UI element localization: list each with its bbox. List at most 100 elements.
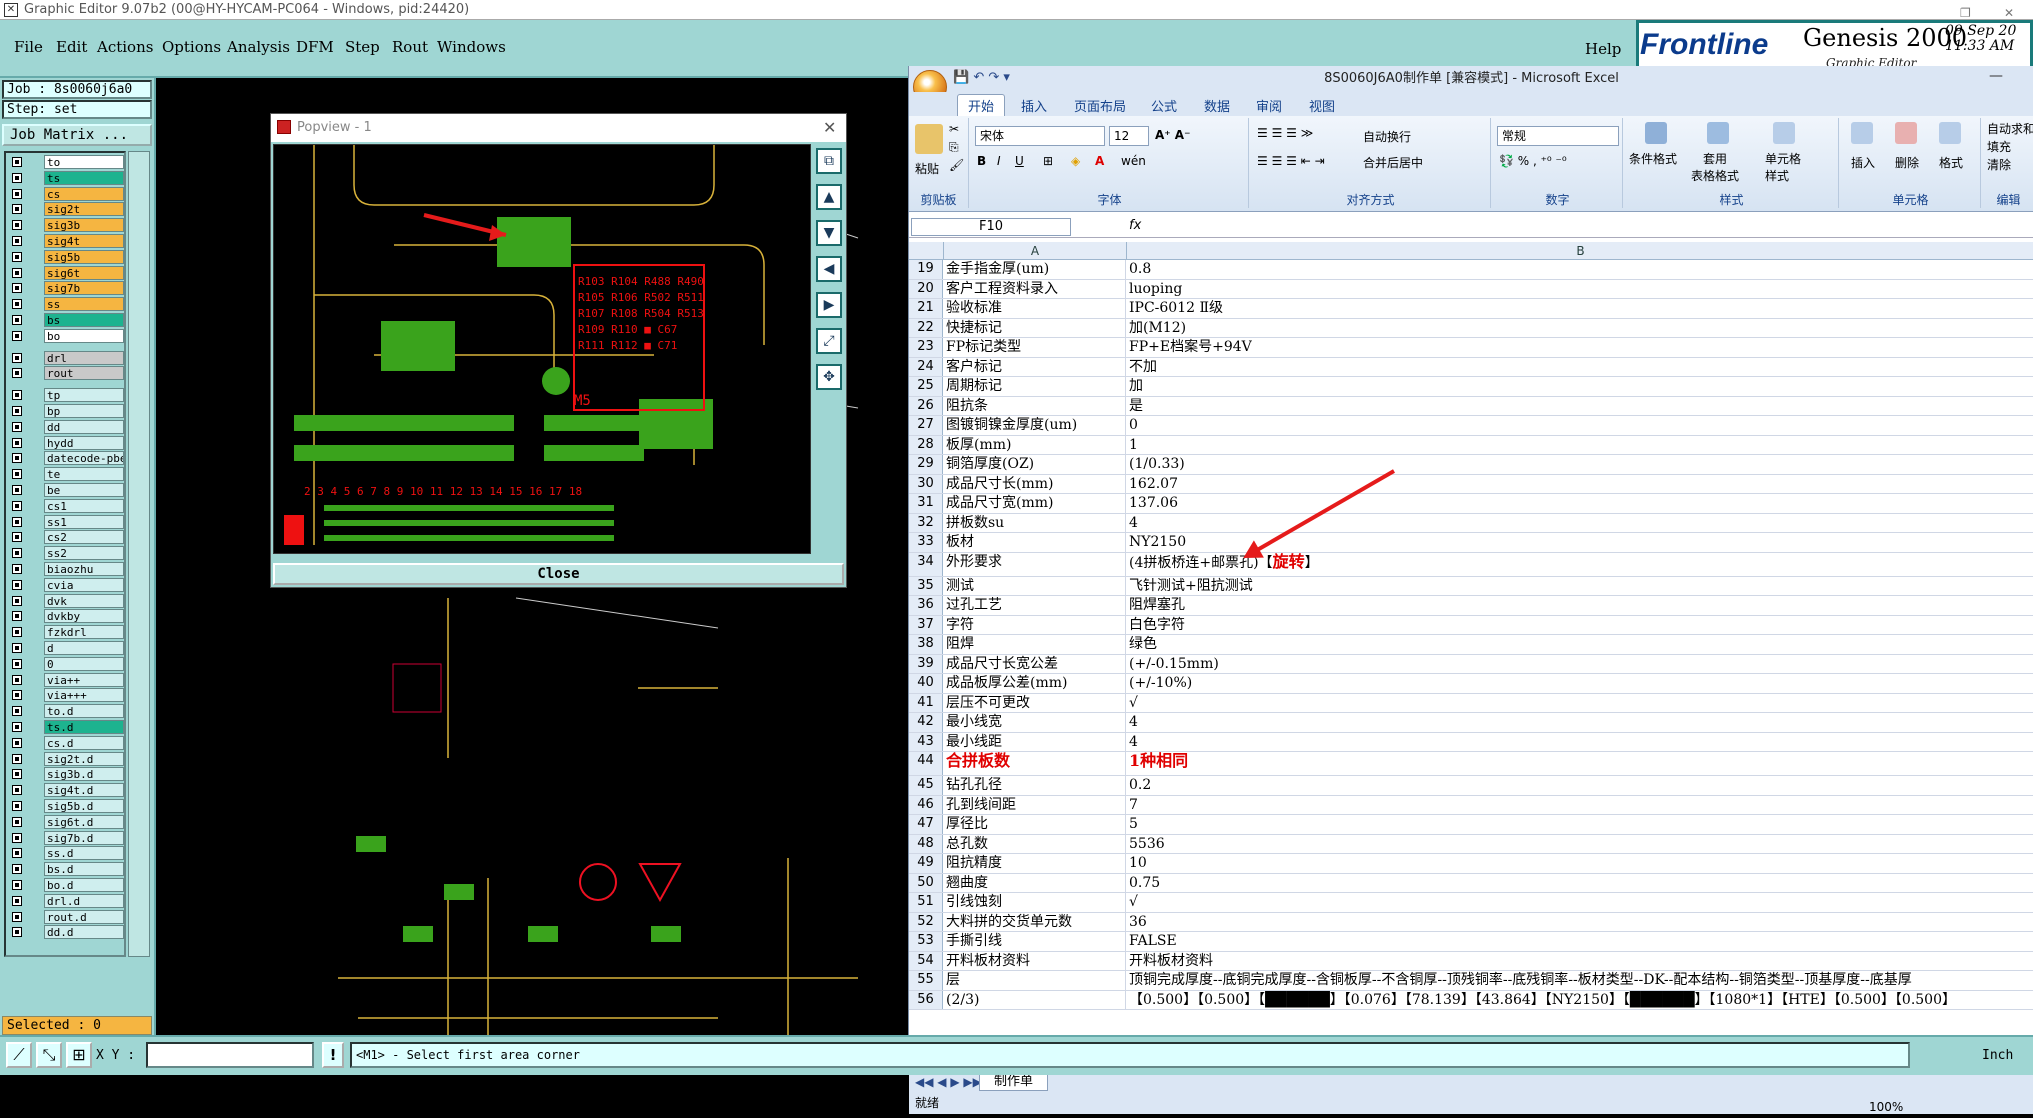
- insert-function-icon[interactable]: fx: [1129, 218, 1141, 233]
- layer-name[interactable]: ts.d: [44, 720, 124, 734]
- fill-button[interactable]: 填充: [1987, 138, 2011, 155]
- cell-a[interactable]: 成品尺寸长(mm): [944, 474, 1126, 493]
- layer-row[interactable]: cs2: [8, 530, 126, 545]
- layer-checkbox[interactable]: [12, 627, 22, 638]
- cell-a[interactable]: 客户工程资料录入: [944, 279, 1126, 298]
- tab-insert[interactable]: 插入: [1021, 96, 1047, 115]
- line-tool-icon[interactable]: ⤡: [36, 1042, 62, 1068]
- layer-name[interactable]: to.d: [44, 704, 124, 719]
- table-format-button[interactable]: 套用 表格格式: [1691, 150, 1739, 184]
- row-header[interactable]: 30: [909, 474, 943, 493]
- layer-checkbox[interactable]: [12, 737, 22, 748]
- cell-a[interactable]: 外形要求: [944, 552, 1126, 576]
- row-header[interactable]: 26: [909, 396, 943, 415]
- layer-row[interactable]: hydd: [8, 435, 126, 451]
- layer-checkbox[interactable]: [12, 911, 22, 922]
- layer-name[interactable]: bs: [44, 313, 124, 327]
- cell-b[interactable]: 5: [1127, 815, 2033, 834]
- table-format-icon[interactable]: [1707, 122, 1729, 144]
- grow-font-icon[interactable]: A⁺ A⁻: [1155, 128, 1190, 142]
- job-matrix-button[interactable]: Job Matrix ...: [2, 124, 152, 146]
- cell-a[interactable]: 层: [944, 971, 1126, 990]
- layer-name[interactable]: sig2t.d: [44, 751, 124, 766]
- cell-b[interactable]: 7: [1127, 796, 2033, 815]
- clear-button[interactable]: 清除: [1987, 156, 2011, 173]
- layer-name[interactable]: biaozhu: [44, 562, 124, 576]
- layer-checkbox[interactable]: [12, 848, 22, 859]
- pan-right-icon[interactable]: ▶: [816, 292, 842, 318]
- border-icon[interactable]: ⊞: [1043, 154, 1053, 168]
- cell-b[interactable]: 0.2: [1127, 776, 2033, 795]
- cell-a[interactable]: 孔到线间距: [944, 795, 1126, 814]
- align-left-icon[interactable]: ☰ ☰ ☰ ⇤ ⇥: [1257, 154, 1325, 168]
- layer-row[interactable]: to.d: [8, 704, 126, 719]
- column-header-a[interactable]: A: [944, 242, 1127, 260]
- layer-row[interactable]: cs: [8, 186, 126, 202]
- layer-name[interactable]: bs.d: [44, 862, 124, 877]
- insert-cells-icon[interactable]: [1851, 122, 1873, 144]
- row-header[interactable]: 20: [909, 279, 943, 298]
- layer-name[interactable]: dd.d: [44, 925, 124, 940]
- layer-name[interactable]: ss1: [44, 514, 124, 529]
- layer-name[interactable]: cs: [44, 186, 124, 201]
- layer-name[interactable]: sig7b: [44, 281, 124, 296]
- excel-minimize-icon[interactable]: —: [1989, 68, 2003, 84]
- row-header[interactable]: 43: [909, 732, 943, 751]
- row-header[interactable]: 21: [909, 299, 943, 318]
- copy-icon[interactable]: ⎘: [949, 140, 959, 155]
- cell-a[interactable]: 最小线宽: [944, 713, 1126, 732]
- cell-b[interactable]: 0: [1127, 416, 2033, 435]
- layer-row[interactable]: sig2t: [8, 202, 126, 217]
- autosum-button[interactable]: 自动求和: [1987, 120, 2033, 137]
- row-header[interactable]: 29: [909, 455, 943, 474]
- layer-name[interactable]: sig6t: [44, 265, 124, 280]
- layer-checkbox[interactable]: [12, 172, 22, 183]
- tab-home[interactable]: 开始: [957, 94, 1006, 116]
- layer-name[interactable]: cs1: [44, 498, 124, 513]
- layer-checkbox[interactable]: [12, 267, 22, 278]
- layer-checkbox[interactable]: [12, 390, 22, 401]
- row-header[interactable]: 23: [909, 338, 943, 357]
- layer-name[interactable]: rout: [44, 366, 124, 381]
- cell-b[interactable]: 1: [1127, 436, 2033, 455]
- cell-a[interactable]: 成品板厚公差(mm): [944, 674, 1126, 693]
- layer-checkbox[interactable]: [12, 500, 22, 511]
- sheet-grid[interactable]: 19 金手指金厚(um) 0.8 20 客户工程资料录入 luoping 21 验收标准 IPC…: [909, 260, 2033, 1072]
- zoom-level[interactable]: 100%: [1869, 1096, 1903, 1118]
- layer-name[interactable]: dvkby: [44, 609, 124, 624]
- layer-name[interactable]: fzkdrl: [44, 625, 124, 640]
- menu-options[interactable]: Options: [162, 38, 221, 56]
- layer-checkbox[interactable]: [12, 785, 22, 796]
- layer-row[interactable]: 0: [8, 656, 126, 672]
- sheet-tab[interactable]: 制作单: [979, 1073, 1049, 1091]
- grid-tool-icon[interactable]: ⊞: [66, 1042, 92, 1068]
- cell-b[interactable]: √: [1127, 893, 2033, 912]
- layer-row[interactable]: d: [8, 641, 126, 656]
- cell-a[interactable]: 阻抗条: [944, 396, 1126, 415]
- layer-checkbox[interactable]: [12, 485, 22, 495]
- row-header[interactable]: 52: [909, 912, 943, 931]
- cell-b[interactable]: 162.07: [1127, 475, 2033, 494]
- cell-b[interactable]: 4: [1127, 733, 2033, 752]
- cell-b[interactable]: 白色字符: [1127, 616, 2033, 635]
- fill-color-icon[interactable]: ◈: [1071, 154, 1080, 168]
- layer-name[interactable]: dvk: [44, 593, 124, 608]
- cell-a[interactable]: 钻孔孔径: [944, 776, 1126, 795]
- cell-b[interactable]: 飞针测试+阻抗测试: [1127, 577, 2033, 596]
- layer-row[interactable]: ts.d: [8, 720, 126, 735]
- layer-row[interactable]: bp: [8, 404, 126, 419]
- cell-a[interactable]: 手撕引线: [944, 932, 1126, 951]
- menu-analysis[interactable]: Analysis: [227, 38, 290, 56]
- cell-a[interactable]: 板材: [944, 533, 1126, 552]
- layer-name[interactable]: ts: [44, 170, 124, 185]
- row-header[interactable]: 40: [909, 674, 943, 693]
- zoom-window-icon[interactable]: ⧉: [816, 148, 842, 174]
- layer-name[interactable]: sig5b.d: [44, 799, 124, 813]
- menu-dfm[interactable]: DFM: [296, 38, 334, 56]
- layer-name[interactable]: drl.d: [44, 893, 124, 908]
- cell-a[interactable]: 合拼板数: [944, 752, 1126, 775]
- menu-actions[interactable]: Actions: [97, 38, 153, 56]
- row-header[interactable]: 31: [909, 494, 943, 513]
- layer-row[interactable]: sig6t: [8, 265, 126, 281]
- layer-checkbox[interactable]: [12, 706, 22, 717]
